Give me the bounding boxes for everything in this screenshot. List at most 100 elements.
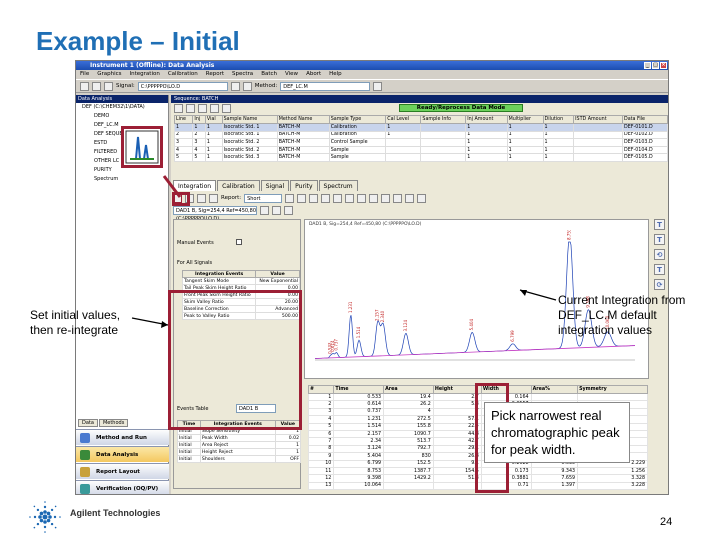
col-header[interactable]: Width	[480, 385, 532, 394]
menu-calibration[interactable]: Calibration	[168, 70, 198, 79]
save-method-icon[interactable]	[242, 81, 252, 91]
col-header[interactable]: Symmetry	[577, 385, 648, 394]
save-icon[interactable]	[92, 81, 101, 91]
menu-integration[interactable]: Integration	[130, 70, 160, 79]
tool-icon[interactable]	[393, 193, 403, 203]
menu-graphics[interactable]: Graphics	[97, 70, 121, 79]
col-header[interactable]: Data File	[622, 115, 668, 124]
tool-icon[interactable]	[284, 206, 293, 215]
tab-methods[interactable]: Methods	[98, 419, 129, 427]
nav-data-analysis[interactable]: Data Analysis	[76, 446, 169, 462]
col-header[interactable]: Time	[333, 385, 385, 394]
table-row[interactable]: 12 9.398 1429.2 51.3 0.3881 7.659 3.328	[307, 474, 648, 483]
tab-integration[interactable]: Integration	[173, 180, 217, 191]
col-header[interactable]: Sample Type	[328, 115, 387, 124]
table-row[interactable]: 2 2 1 Isocratic Std. 1 BATCH-M Calibration 1 1 1…	[173, 130, 668, 140]
col-header[interactable]: ISTD Amount	[573, 115, 623, 124]
tab-signal[interactable]: Signal	[260, 180, 290, 191]
tool-icon[interactable]	[185, 193, 194, 203]
table-row[interactable]: Initial Slope Sensitivity 1	[177, 427, 302, 435]
table-row[interactable]: 11 8.753 1387.7 154.5 0.173 9.343 1.256	[307, 466, 648, 476]
tool-icon[interactable]	[369, 193, 379, 203]
seq-icon[interactable]	[198, 103, 207, 113]
table-row[interactable]: Peak to Valley Ratio 500.00	[181, 312, 300, 320]
menu-help[interactable]: Help	[329, 70, 342, 79]
load-icon[interactable]	[230, 81, 240, 91]
menu-batch[interactable]: Batch	[261, 70, 277, 79]
tool-icon[interactable]	[272, 206, 281, 215]
menu-file[interactable]: File	[80, 70, 89, 79]
nav-verification[interactable]: Verification (OQ/PV)	[76, 480, 169, 494]
table-row[interactable]: Initial Shoulders OFF	[177, 455, 302, 463]
maximize-button[interactable]: □	[652, 62, 659, 69]
menu-report[interactable]: Report	[206, 70, 224, 79]
rotate-right-icon[interactable]: ⟳	[654, 279, 665, 290]
rotate-left-icon[interactable]: ⟲	[654, 249, 665, 260]
seq-icon[interactable]	[222, 103, 231, 113]
text-icon[interactable]: T	[654, 219, 665, 230]
signal-select-combo[interactable]: DAD1 B, Sig=254,4 Ref=450,80 (C:\PPPPPO\…	[173, 206, 257, 222]
close-button[interactable]: ×	[660, 62, 667, 69]
tool-icon[interactable]	[333, 193, 343, 203]
method-icon[interactable]	[373, 81, 383, 91]
table-row[interactable]: Initial Area Reject 1	[177, 441, 302, 449]
table-row[interactable]: Tail Peak Skim Height Ratio 0.00	[181, 284, 300, 292]
tab-data[interactable]: Data	[78, 419, 98, 427]
menu-spectra[interactable]: Spectra	[232, 70, 253, 79]
seq-icon[interactable]	[186, 103, 195, 113]
col-header[interactable]: Height	[432, 385, 482, 394]
text-icon[interactable]: T	[654, 264, 665, 275]
col-header[interactable]: Vial	[204, 115, 223, 124]
events-combo[interactable]: DAD1 B	[236, 404, 276, 413]
text-icon[interactable]: T	[654, 234, 665, 245]
tool-icon[interactable]	[260, 206, 269, 215]
tool-icon[interactable]	[357, 193, 367, 203]
nav-method-run-control[interactable]: Method and Run Control	[76, 429, 169, 457]
tree-item[interactable]: Spectrum	[76, 175, 168, 184]
tool-icon[interactable]	[405, 193, 415, 203]
col-header[interactable]: Method Name	[276, 115, 330, 124]
tree-item[interactable]: DEF (C:\CHEM32\1\DATA)	[76, 103, 168, 112]
manual-events-checkbox[interactable]	[236, 239, 242, 245]
seq-icon[interactable]	[174, 103, 183, 113]
table-row[interactable]: 4 4 1 Isocratic Std. 2 BATCH-M Sample 1 1 1 DEF-0…	[173, 145, 668, 155]
tool-icon[interactable]	[417, 193, 427, 203]
table-row[interactable]: Initial Height Reject 1	[177, 448, 302, 456]
tool-icon[interactable]	[197, 193, 206, 203]
open-icon[interactable]	[80, 81, 89, 91]
table-row[interactable]: Front Peak Skim Height Ratio 0.00	[181, 291, 300, 299]
col-header[interactable]: Cal Level	[385, 115, 422, 124]
print-icon[interactable]	[104, 81, 113, 91]
tool-icon[interactable]	[297, 193, 307, 203]
tool-icon[interactable]	[321, 193, 331, 203]
table-row[interactable]: 5 5 1 Isocratic Std. 3 BATCH-M Sample 1 1 1 DEF-0…	[173, 153, 668, 162]
col-header[interactable]: Sample Info	[420, 115, 467, 124]
signal-combo[interactable]: C:\PPPPPO\LO.D	[137, 81, 228, 91]
tool-icon[interactable]	[285, 193, 295, 203]
table-row[interactable]: 3 3 1 Isocratic Std. 2 BATCH-M Control Sample…	[173, 138, 668, 147]
col-header[interactable]: Multiplier	[506, 115, 544, 124]
table-row[interactable]: 1 0.533 19.4 2.7 0.164	[307, 392, 648, 402]
nav-report-layout[interactable]: Report Layout	[76, 463, 169, 479]
table-row[interactable]: Tangent Skim Mode New Exponential	[181, 277, 300, 285]
integrate-icon[interactable]	[173, 193, 182, 203]
col-header[interactable]: Dilution	[542, 115, 575, 124]
table-row[interactable]: Initial Peak Width 0.02	[177, 434, 302, 442]
tool-icon[interactable]	[381, 193, 391, 203]
minimize-button[interactable]: _	[644, 62, 651, 69]
report-combo[interactable]: Short	[244, 193, 283, 203]
tab-spectrum[interactable]: Spectrum	[318, 180, 358, 191]
seq-icon[interactable]	[210, 103, 219, 113]
tab-purity[interactable]: Purity	[290, 180, 318, 191]
col-header[interactable]: Inj Amount	[465, 115, 508, 124]
menu-abort[interactable]: Abort	[306, 70, 321, 79]
table-row[interactable]: Skim Valley Ratio 20.00	[181, 298, 300, 306]
col-header[interactable]: Area	[383, 385, 434, 394]
col-header[interactable]: #	[307, 385, 335, 394]
tab-calibration[interactable]: Calibration	[217, 180, 260, 191]
tool-icon[interactable]	[209, 193, 218, 203]
table-row[interactable]: 1 1 1 Isocratic Std. 1 BATCH-M Calibration 1 1 1…	[173, 123, 668, 132]
tree-item[interactable]: DEMO	[76, 112, 168, 121]
col-header[interactable]: Area%	[530, 385, 579, 394]
tool-icon[interactable]	[345, 193, 355, 203]
